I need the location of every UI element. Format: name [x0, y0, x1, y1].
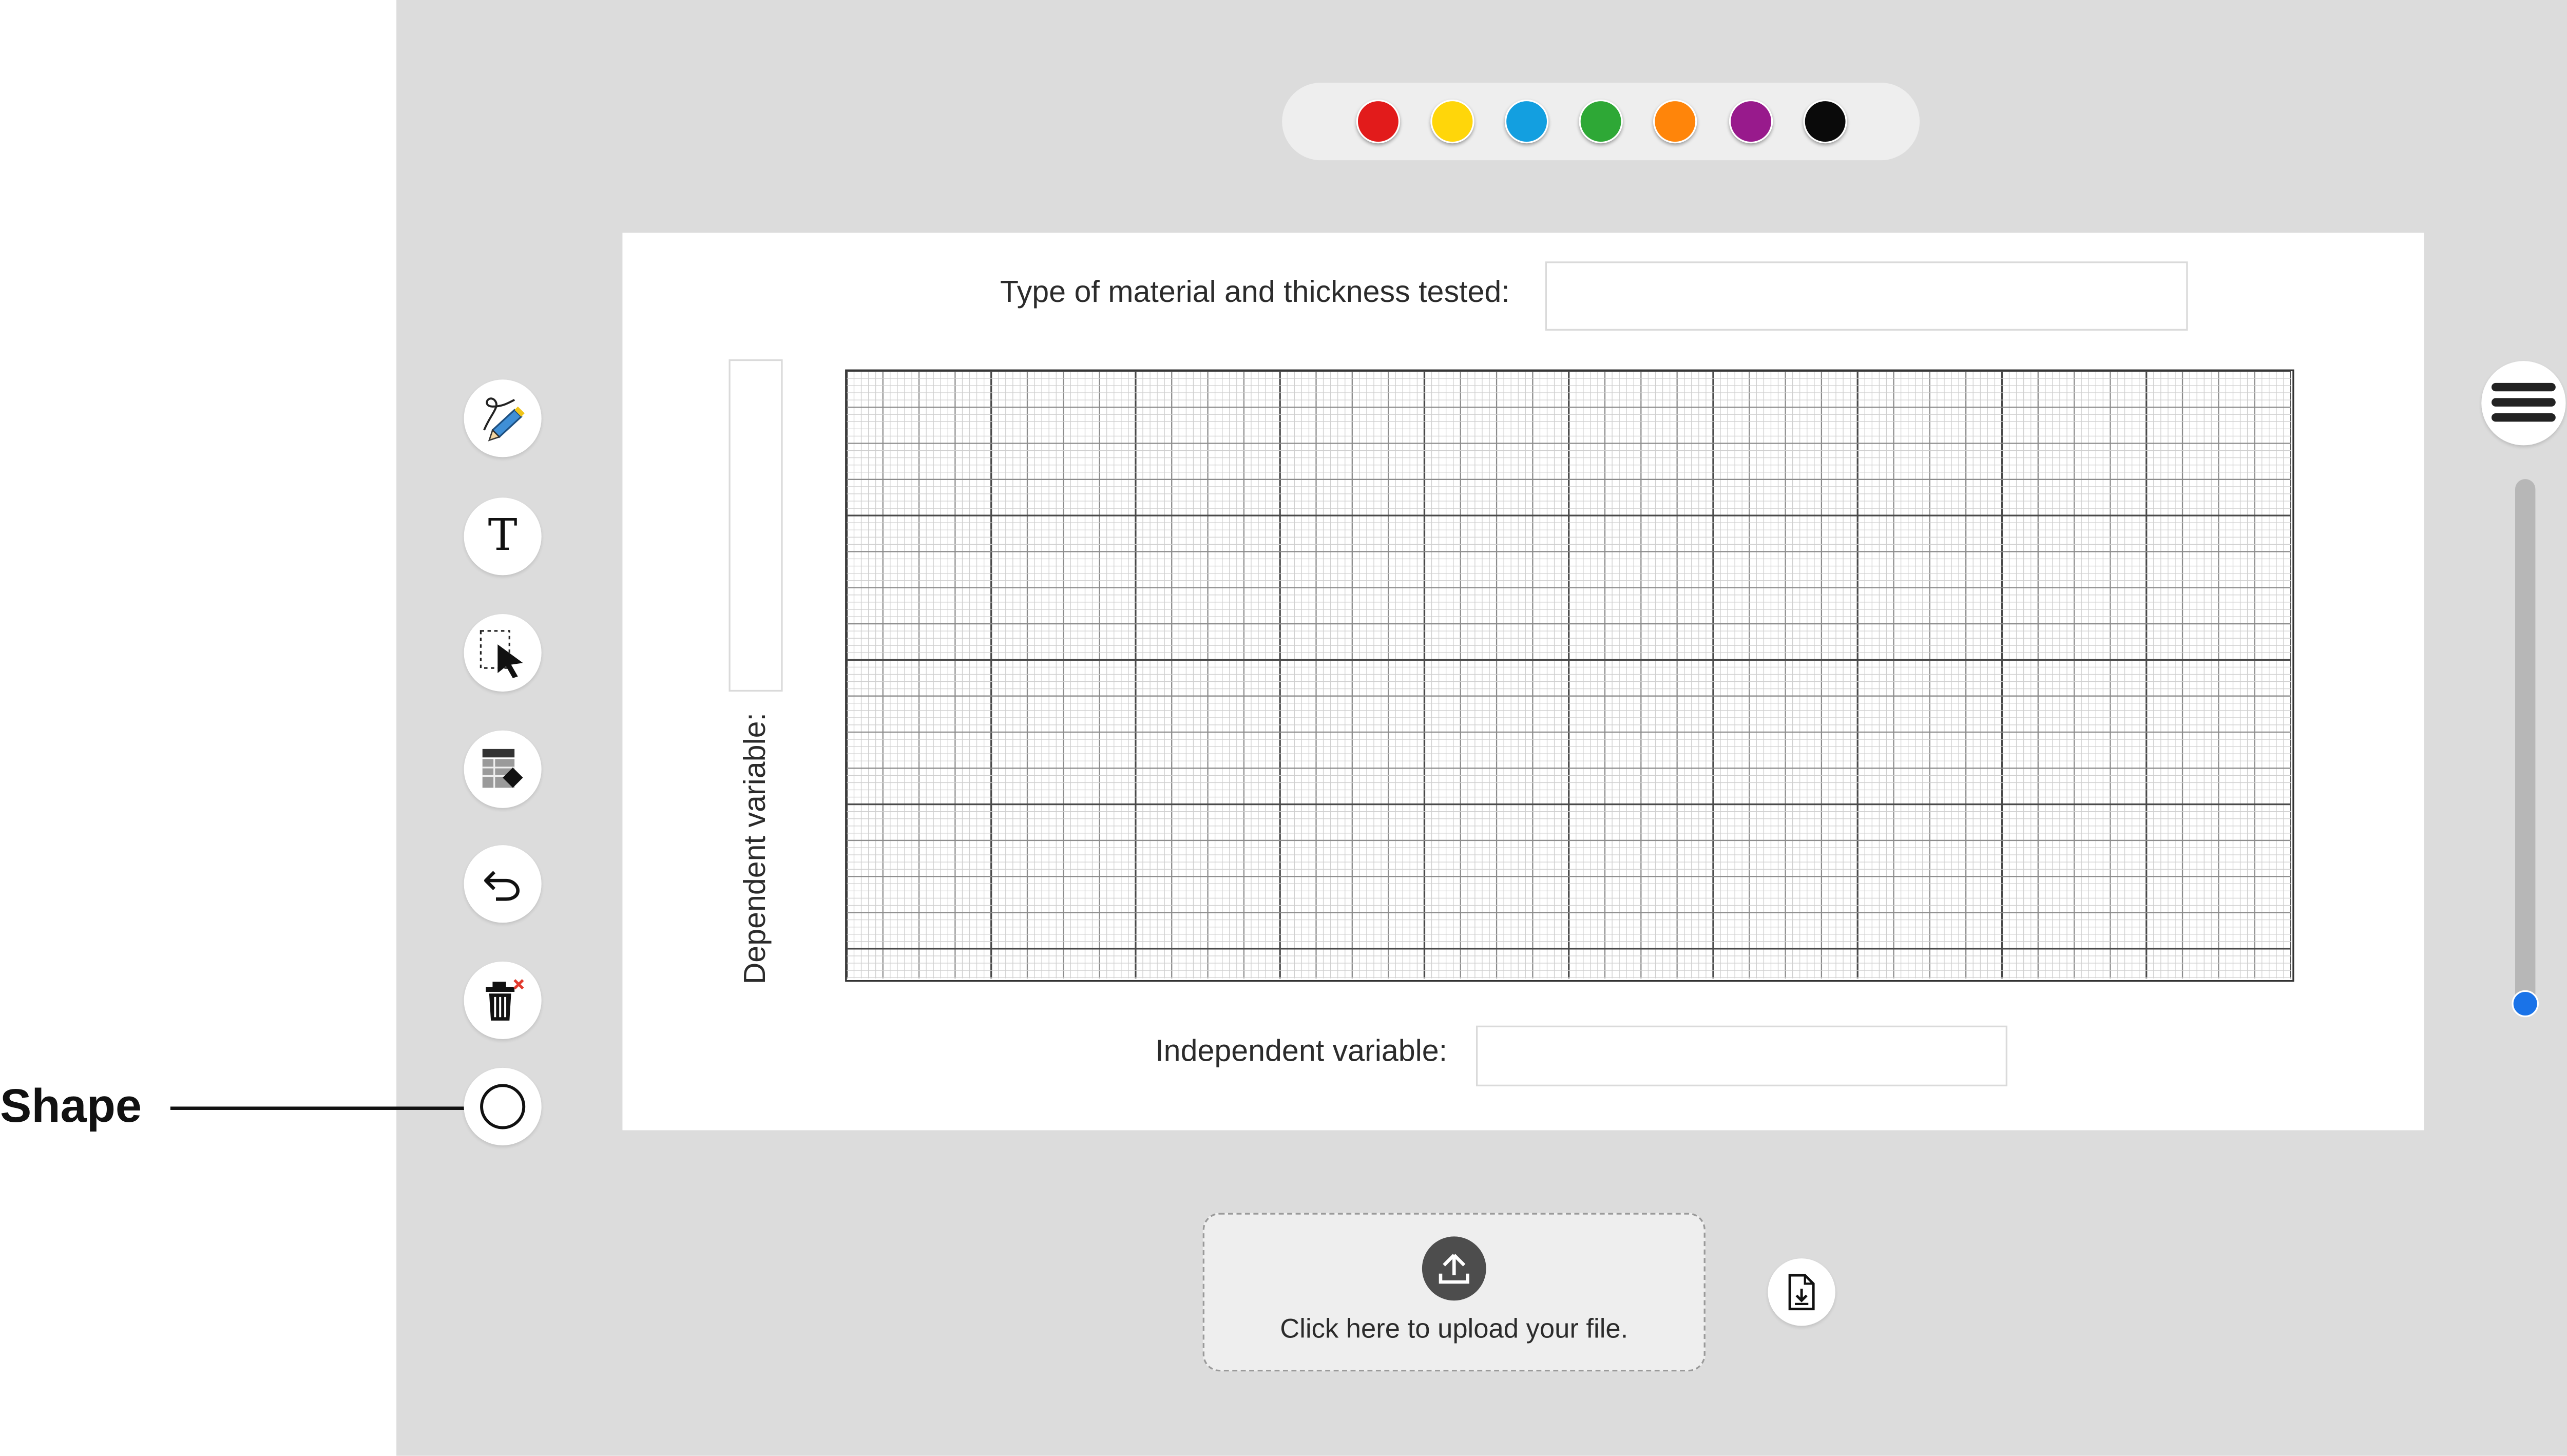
- table-icon: [482, 749, 523, 788]
- color-swatch-yellow[interactable]: [1430, 99, 1474, 144]
- color-swatch-green[interactable]: [1579, 99, 1623, 144]
- undo-icon: [484, 871, 520, 901]
- trash-icon: [486, 979, 524, 1021]
- dependent-variable-input[interactable]: [729, 359, 783, 692]
- selection-cursor-icon: [480, 630, 523, 678]
- independent-variable-label: Independent variable:: [1155, 1034, 1448, 1068]
- menu-button[interactable]: [2481, 361, 2566, 446]
- callout-line: [170, 1106, 468, 1110]
- pen-icon: [483, 397, 525, 442]
- material-input[interactable]: [1545, 261, 2188, 331]
- shape-callout-label: Shape: [0, 1079, 142, 1132]
- material-label: Type of material and thickness tested:: [1000, 275, 1510, 309]
- color-swatch-orange[interactable]: [1653, 99, 1697, 144]
- color-swatch-red[interactable]: [1356, 99, 1401, 144]
- upload-arrow-glyph: [1439, 1254, 1469, 1284]
- color-swatch-black[interactable]: [1803, 99, 1847, 144]
- pen-tool-button[interactable]: [464, 379, 542, 457]
- upload-instructions: Click here to upload your file.: [1280, 1315, 1629, 1345]
- text-t-icon: T: [488, 511, 518, 562]
- color-swatch-blue[interactable]: [1504, 99, 1549, 144]
- undo-tool-button[interactable]: [464, 845, 542, 923]
- select-tool-button[interactable]: [464, 614, 542, 692]
- dependent-variable-label: Dependent variable:: [738, 713, 772, 985]
- circle-icon: [480, 1084, 526, 1129]
- color-palette: [1282, 82, 1920, 161]
- table-tool-button[interactable]: [464, 730, 542, 808]
- graph-paper[interactable]: [845, 369, 2294, 982]
- text-tool-button[interactable]: T: [464, 497, 542, 576]
- zoom-slider-track[interactable]: [2515, 479, 2536, 1006]
- color-swatch-purple[interactable]: [1729, 99, 1773, 144]
- delete-tool-button[interactable]: [464, 961, 542, 1039]
- file-download-button[interactable]: [1768, 1258, 1835, 1326]
- graph-grid: [847, 371, 2291, 979]
- menu-icon: [2491, 382, 2556, 422]
- zoom-slider-handle[interactable]: [2512, 990, 2539, 1018]
- upload-icon[interactable]: [1422, 1236, 1486, 1301]
- independent-variable-input[interactable]: [1476, 1025, 2007, 1086]
- file-download-icon: [1788, 1274, 1815, 1311]
- shape-tool-button[interactable]: [464, 1067, 542, 1145]
